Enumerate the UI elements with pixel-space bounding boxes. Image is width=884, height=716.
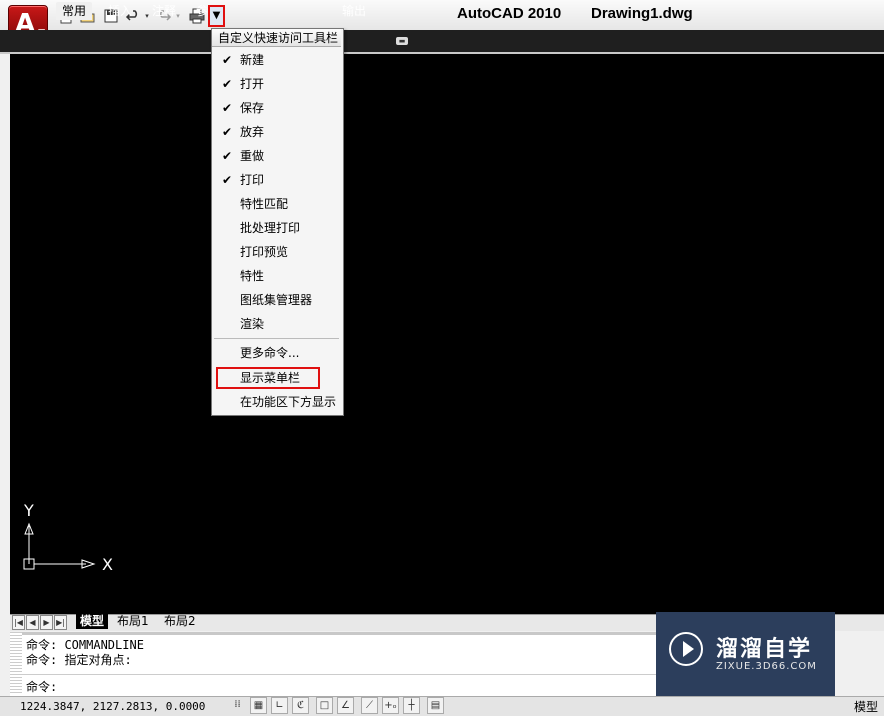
ucs-x-label: X [102, 555, 113, 574]
dynamic-ucs-icon[interactable]: ⟋ [361, 697, 378, 714]
menu-header: 自定义快速访问工具栏 [212, 29, 341, 47]
menu-item-redo[interactable]: ✔ 重做 [212, 144, 341, 168]
first-tab-icon[interactable]: |◀ [12, 615, 25, 630]
menu-item-undo[interactable]: ✔ 放弃 [212, 120, 341, 144]
osnap-icon[interactable]: □ [316, 697, 333, 714]
tab-layout2[interactable]: 布局2 [160, 614, 200, 629]
last-tab-icon[interactable]: ▶| [54, 615, 67, 630]
ribbon-tab-bar [0, 30, 884, 52]
polar-icon[interactable]: ℭ [292, 697, 309, 714]
ucs-y-label: Y [23, 504, 34, 520]
tab-output[interactable]: 输出 [336, 2, 372, 20]
annotation-highlight-box [216, 367, 320, 389]
menu-item-render[interactable]: 渲染 [212, 312, 341, 336]
check-icon: ✔ [222, 101, 233, 115]
watermark-url: ZIXUE.3D66.COM [716, 661, 817, 672]
document-title: Drawing1.dwg [591, 5, 693, 22]
menu-item-sheet-set-manager[interactable]: 图纸集管理器 [212, 288, 341, 312]
tab-layout1[interactable]: 布局1 [113, 614, 153, 629]
model-space-indicator[interactable]: 模型 [854, 698, 878, 715]
quick-properties-icon[interactable]: ▤ [427, 697, 444, 714]
menu-separator [214, 338, 339, 339]
next-tab-icon[interactable]: ▶ [40, 615, 53, 630]
menu-item-properties[interactable]: 特性 [212, 264, 341, 288]
ucs-icon: Y X [22, 504, 113, 590]
watermark-title: 溜溜自学 [716, 637, 813, 662]
menu-item-more-commands[interactable]: 更多命令... [212, 341, 341, 365]
command-history-line: 命令: 指定对角点: [26, 653, 132, 667]
menu-item-save[interactable]: ✔ 保存 [212, 96, 341, 120]
menu-item-plot[interactable]: ✔ 打印 [212, 168, 341, 192]
ortho-icon[interactable]: ∟ [271, 697, 288, 714]
ribbon-minimize-button[interactable]: ▬ [396, 37, 408, 45]
check-icon: ✔ [222, 77, 233, 91]
previous-tab-icon[interactable]: ◀ [26, 615, 39, 630]
check-icon: ✔ [222, 173, 233, 187]
check-icon: ✔ [222, 125, 233, 139]
tab-home[interactable]: 常用 [56, 2, 93, 20]
check-icon: ✔ [222, 53, 233, 67]
dynamic-input-icon[interactable]: +ₒ [382, 697, 399, 714]
menu-item-new[interactable]: ✔ 新建 [212, 48, 341, 72]
otrack-icon[interactable]: ∠ [337, 697, 354, 714]
lineweight-icon[interactable]: ┼ [403, 697, 420, 714]
tab-insert[interactable]: 插入 [102, 2, 138, 20]
grid-icon[interactable]: ▦ [250, 697, 267, 714]
drawing-canvas[interactable] [10, 54, 884, 614]
snap-icon[interactable]: ⁞⁞ [229, 697, 246, 714]
menu-item-open[interactable]: ✔ 打开 [212, 72, 341, 96]
menu-item-plot-preview[interactable]: 打印预览 [212, 240, 341, 264]
menu-item-match-properties[interactable]: 特性匹配 [212, 192, 341, 216]
command-divider [22, 674, 656, 675]
menu-item-show-below-ribbon[interactable]: 在功能区下方显示 [212, 390, 341, 414]
check-icon: ✔ [222, 149, 233, 163]
play-icon [683, 641, 694, 657]
tab-parametric[interactable]: 参 [190, 2, 214, 20]
tab-annotate[interactable]: 注释 [146, 2, 182, 20]
app-title: AutoCAD 2010 [457, 5, 562, 22]
command-window-grip[interactable] [10, 632, 22, 694]
coordinate-readout[interactable]: 1224.3847, 2127.2813, 0.0000 [20, 700, 205, 713]
tab-model[interactable]: 模型 [76, 614, 109, 629]
command-input[interactable]: 命令: [26, 678, 57, 695]
menu-item-batch-plot[interactable]: 批处理打印 [212, 216, 341, 240]
